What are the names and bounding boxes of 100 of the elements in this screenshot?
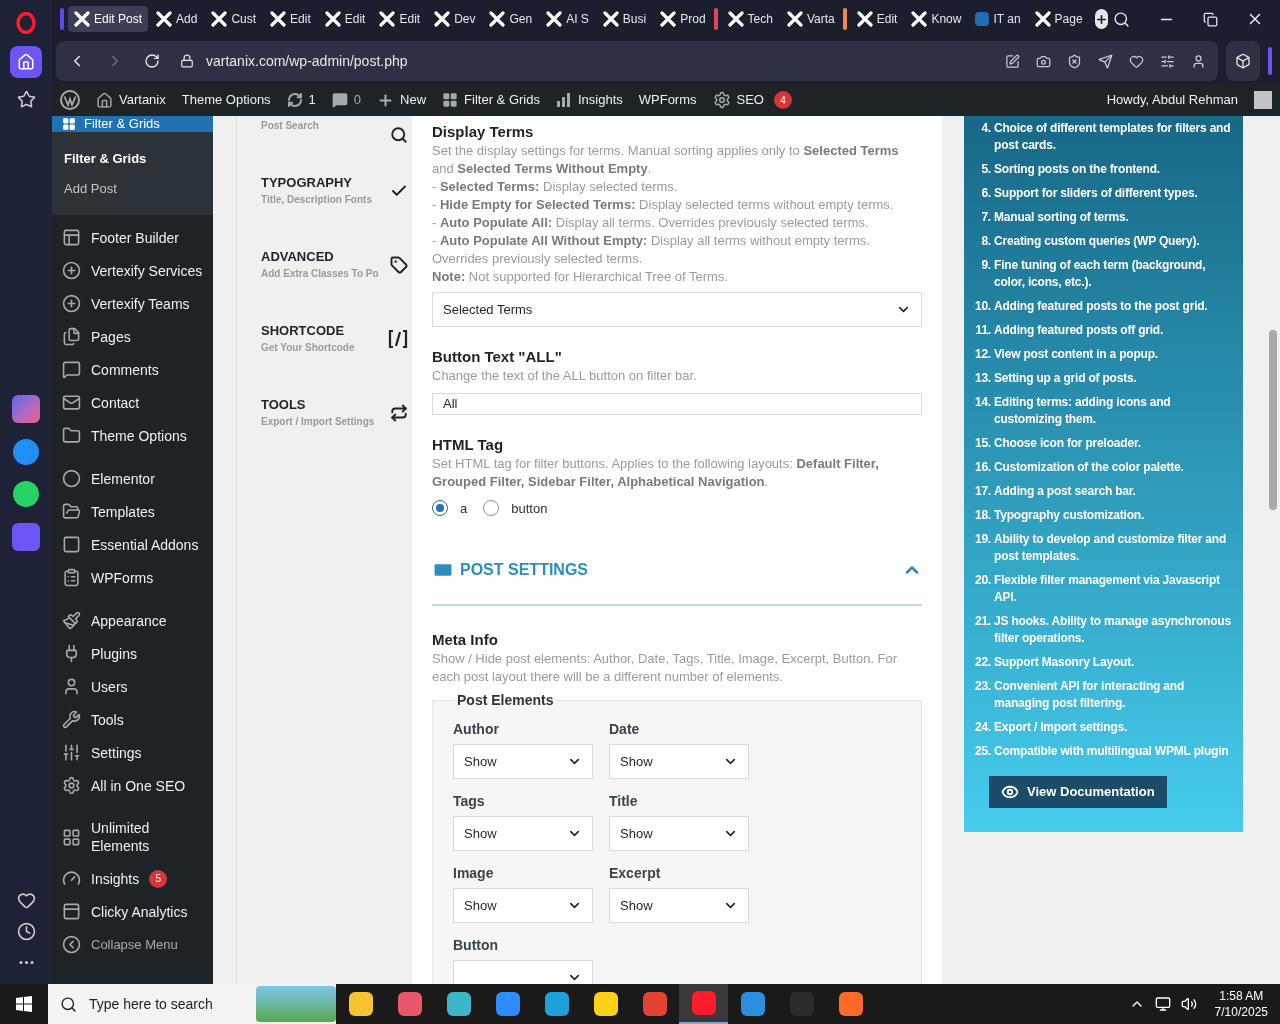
- reload-icon[interactable]: [144, 53, 160, 69]
- settings-tab[interactable]: ADVANCED: [261, 248, 379, 266]
- cross-logo-icon: [727, 11, 744, 27]
- visibility-select[interactable]: Show: [609, 888, 749, 923]
- network-icon[interactable]: [1154, 996, 1171, 1012]
- visibility-select[interactable]: Show: [453, 816, 593, 851]
- visibility-select[interactable]: Show: [453, 888, 593, 923]
- plus-icon: [1094, 12, 1108, 26]
- submenu-item[interactable]: Filter & Grids: [52, 144, 213, 174]
- radio-option[interactable]: button: [483, 498, 548, 518]
- browser-tab[interactable]: Edit: [318, 6, 372, 32]
- sidebar-item[interactable]: All in One SEO: [52, 769, 213, 802]
- sidebar-item[interactable]: Settings: [52, 736, 213, 769]
- url-field[interactable]: vartanix.com/wp-admin/post.php: [206, 50, 408, 72]
- opera-logo-icon[interactable]: [16, 12, 36, 34]
- star-icon[interactable]: [16, 90, 36, 109]
- camera-icon[interactable]: [1036, 53, 1051, 69]
- browser-tab[interactable]: Edit: [264, 6, 317, 32]
- shield-icon[interactable]: [1067, 53, 1082, 69]
- browser-tab[interactable]: IT an: [969, 6, 1027, 32]
- sidebar-item[interactable]: Comments: [52, 353, 213, 386]
- updates-count[interactable]: 1: [308, 90, 316, 110]
- search-icon[interactable]: [1113, 10, 1130, 28]
- new-link[interactable]: New: [400, 90, 427, 110]
- wordpress-logo-icon[interactable]: [60, 90, 80, 110]
- sidebar-item[interactable]: Essential Addons: [52, 528, 213, 561]
- browser-tab[interactable]: Page: [1028, 6, 1089, 32]
- feature-item: 9. Fine tuning of each term (background, color, icons, etc.).: [980, 257, 1207, 291]
- radio-option[interactable]: a: [432, 498, 468, 518]
- greeting-link[interactable]: Howdy, Abdul Rehman: [1106, 90, 1238, 110]
- settings-icon[interactable]: [1160, 53, 1175, 69]
- windows-logo-icon[interactable]: [16, 996, 32, 1012]
- browser-tab[interactable]: Dev: [428, 6, 482, 32]
- restore-icon[interactable]: [1203, 11, 1218, 27]
- settings-tab[interactable]: SHORTCODE: [261, 322, 355, 340]
- comments-count[interactable]: 0: [353, 90, 362, 110]
- music-app-icon[interactable]: [12, 522, 40, 551]
- sidebar-item[interactable]: Appearance: [52, 604, 213, 637]
- sidebar-item[interactable]: Pages: [52, 320, 213, 353]
- visibility-select[interactable]: Show: [609, 816, 749, 851]
- sidebar-item[interactable]: Contact: [52, 386, 213, 419]
- browser-tab[interactable]: Busi: [596, 6, 653, 32]
- admin-bar-link[interactable]: SEO: [736, 90, 764, 110]
- browser-tab[interactable]: Tech: [721, 6, 779, 32]
- browser-tab[interactable]: Edit: [850, 6, 904, 32]
- submenu-item[interactable]: Add Post: [52, 173, 213, 203]
- clock-display[interactable]: 1:58 AM 7/10/2025: [1214, 988, 1268, 1020]
- messenger-icon[interactable]: [13, 438, 39, 465]
- admin-bar-link[interactable]: Theme Options: [181, 90, 271, 110]
- visibility-select[interactable]: Show: [609, 744, 749, 779]
- sidebar-item[interactable]: Templates: [52, 495, 213, 528]
- admin-bar-link[interactable]: WPForms: [638, 90, 697, 110]
- edit-icon[interactable]: [1005, 53, 1020, 69]
- heart-icon[interactable]: [16, 891, 36, 910]
- new-tab-button[interactable]: [1094, 9, 1108, 29]
- sidebar-item[interactable]: Unlimited Elements: [52, 812, 213, 862]
- profile-icon[interactable]: [1191, 53, 1206, 69]
- admin-bar-link[interactable]: Filter & Grids: [464, 90, 540, 110]
- sidebar-item[interactable]: Theme Options: [52, 419, 213, 452]
- sidebar-item[interactable]: WPForms: [52, 561, 213, 594]
- home-button[interactable]: [10, 46, 42, 78]
- settings-tab[interactable]: TYPOGRAPHY: [261, 174, 372, 192]
- text-input[interactable]: All: [432, 393, 922, 415]
- taskbar-search-field[interactable]: Type here to search: [48, 984, 336, 1024]
- sidebar-item[interactable]: Users: [52, 670, 213, 703]
- feature-item: 6. Support for sliders of different types.: [980, 185, 1199, 202]
- section-header[interactable]: POST SETTINGS: [432, 558, 922, 606]
- terms-select[interactable]: Selected Terms: [432, 292, 922, 327]
- clock-icon[interactable]: [16, 922, 36, 941]
- visibility-select[interactable]: Show: [453, 744, 593, 779]
- sidebar-current-item[interactable]: Filter & Grids: [52, 116, 213, 132]
- browser-tab[interactable]: Add: [150, 6, 204, 32]
- sidebar-item[interactable]: Vertexify Services: [52, 254, 213, 287]
- sidebar-item[interactable]: Footer Builder: [52, 221, 213, 254]
- pen-icon: [838, 992, 863, 1016]
- collapse-menu-button[interactable]: Collapse Menu: [52, 928, 213, 962]
- documentation-button[interactable]: View Documentation: [989, 776, 1167, 808]
- browser-tab[interactable]: Know: [905, 6, 968, 32]
- chat-icon[interactable]: [13, 480, 39, 507]
- browser-tab[interactable]: Cust: [205, 6, 263, 32]
- speaker-icon[interactable]: [1180, 996, 1197, 1012]
- sidebar-item[interactable]: Insights 5: [52, 862, 213, 895]
- admin-bar-link[interactable]: Insights: [577, 90, 623, 110]
- sidebar-item[interactable]: Tools: [52, 703, 213, 736]
- sidebar-item[interactable]: Clicky Analytics: [52, 895, 213, 928]
- app-icon[interactable]: [12, 394, 40, 423]
- site-link[interactable]: Vartanix: [119, 90, 166, 110]
- browser-tab[interactable]: AI S: [540, 6, 595, 32]
- send-icon[interactable]: [1098, 53, 1113, 69]
- browser-tab[interactable]: Edit Post: [68, 6, 149, 32]
- browser-tab[interactable]: Gen: [483, 6, 539, 32]
- extensions-button[interactable]: [1226, 41, 1260, 81]
- browser-tab[interactable]: Edit: [373, 6, 427, 32]
- sidebar-item[interactable]: Elementor: [52, 462, 213, 495]
- browser-tab[interactable]: Varta: [780, 6, 841, 32]
- sidebar-item[interactable]: Vertexify Teams: [52, 287, 213, 320]
- settings-tab[interactable]: TOOLS: [261, 396, 375, 414]
- sidebar-item[interactable]: Plugins: [52, 637, 213, 670]
- heart-icon[interactable]: [1129, 53, 1144, 69]
- browser-tab[interactable]: Prod: [654, 6, 712, 32]
